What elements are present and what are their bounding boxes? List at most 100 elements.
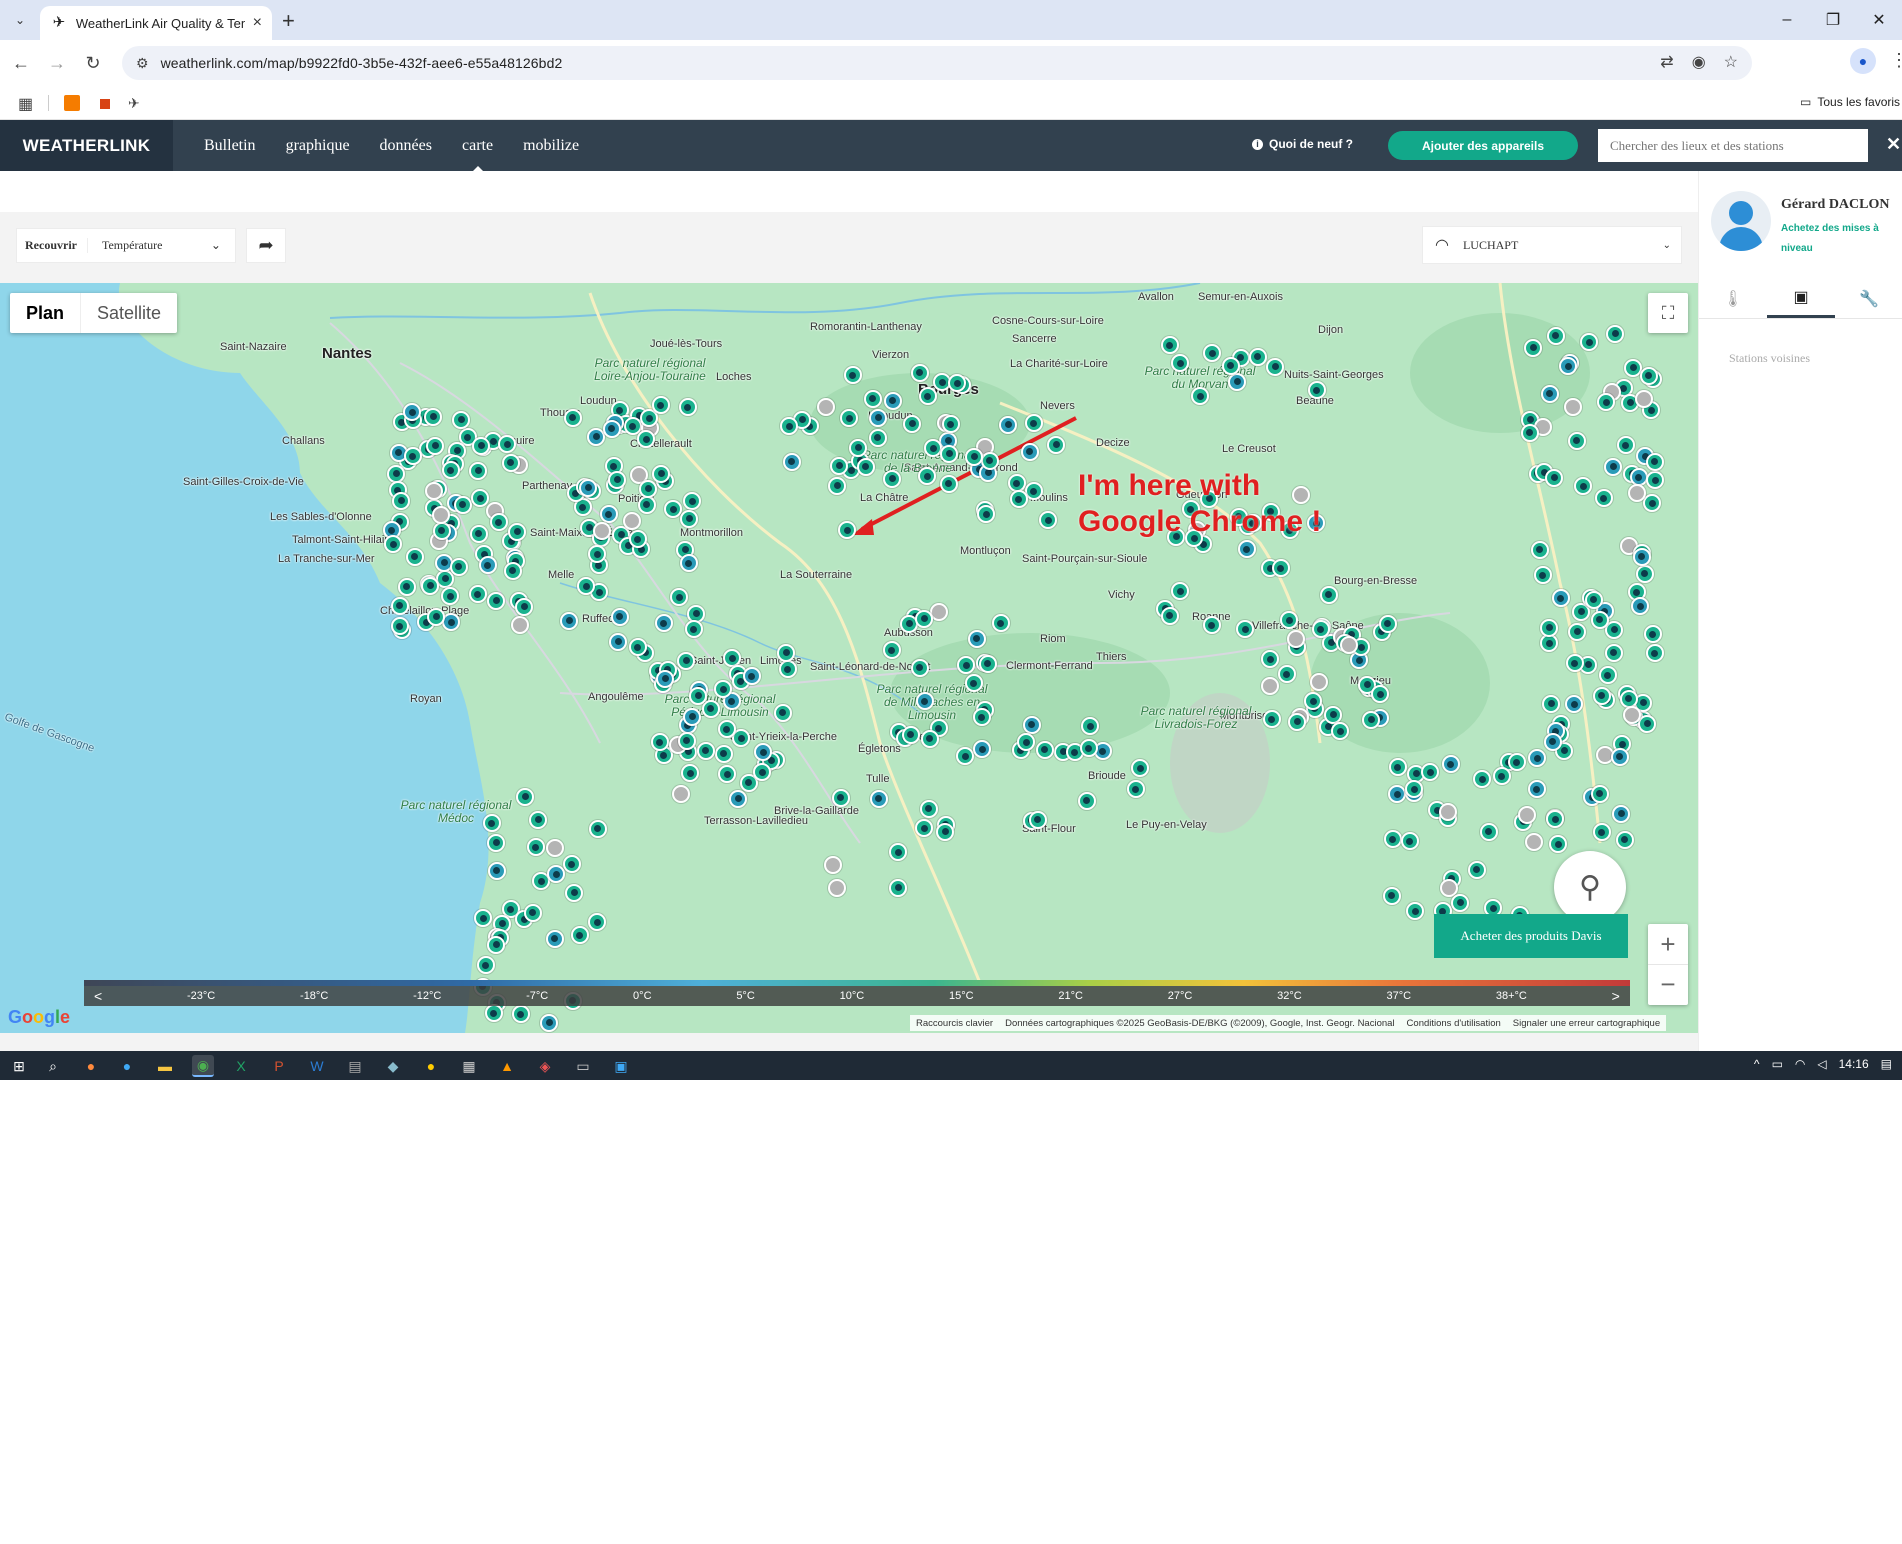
weather-station-marker[interactable] [1527,780,1546,799]
weather-station-marker[interactable] [1635,564,1654,583]
word-icon[interactable]: W [306,1055,328,1077]
weather-station-marker[interactable] [816,398,835,417]
weather-station-marker[interactable] [742,667,761,686]
weather-station-marker[interactable] [831,788,850,807]
weather-station-marker[interactable] [1160,336,1179,355]
calculator-icon[interactable]: ▤ [344,1055,366,1077]
weather-station-marker[interactable] [782,452,801,471]
weather-station-marker[interactable] [1632,547,1651,566]
zoom-in-icon[interactable]: + [1648,924,1688,964]
weather-station-marker[interactable] [1634,390,1653,409]
bookmark-red-icon[interactable] [100,99,110,109]
bookmark-weatherlink-icon[interactable]: ✈ [128,95,144,111]
weather-station-marker[interactable] [608,470,627,489]
weather-station-marker[interactable] [610,607,629,626]
volume-icon[interactable]: ◁ [1817,1057,1826,1071]
weather-station-marker[interactable] [1388,785,1407,804]
weather-station-marker[interactable] [1546,326,1565,345]
weather-station-marker[interactable] [1266,357,1285,376]
windows-start-icon[interactable]: ⊞ [8,1055,30,1077]
user-name[interactable]: Gérard DACLON [1781,197,1890,213]
weather-station-marker[interactable] [863,389,882,408]
keyboard-shortcuts-link[interactable]: Raccourcis clavier [916,1018,993,1029]
weather-station-marker[interactable] [903,414,922,433]
firefox-icon[interactable]: ● [80,1055,102,1077]
weather-station-marker[interactable] [883,391,902,410]
tray-chevron-icon[interactable]: ^ [1754,1057,1760,1071]
weather-station-marker[interactable] [503,561,522,580]
weather-station-marker[interactable] [1543,732,1562,751]
weather-station-marker[interactable] [964,674,983,693]
my-station-marker[interactable] [838,521,856,539]
weather-station-marker[interactable] [1035,740,1054,759]
chrome-menu-icon[interactable]: ⋮ [1890,50,1902,71]
weather-station-marker[interactable] [1628,483,1647,502]
weather-station-marker[interactable] [1479,822,1498,841]
weather-station-marker[interactable] [1604,643,1623,662]
weather-station-marker[interactable] [918,387,937,406]
weather-station-marker[interactable] [1530,540,1549,559]
weather-station-marker[interactable] [1467,860,1486,879]
upgrade-link[interactable]: Achetez des mises à niveau [1781,219,1896,259]
weather-station-marker[interactable] [540,1013,559,1032]
map[interactable]: Nantes Saint-Nazaire Challans Saint-Gilles-… [0,283,1698,1033]
weather-station-marker[interactable] [1507,753,1526,772]
weather-station-marker[interactable] [441,461,460,480]
weather-station-marker[interactable] [405,547,424,566]
user-avatar[interactable] [1711,191,1771,251]
excel-icon[interactable]: X [230,1055,252,1077]
site-info-icon[interactable]: ⚙ [136,55,149,72]
weather-station-marker[interactable] [487,861,506,880]
davis-station-icon[interactable]: ⚲ [1554,851,1626,923]
weather-station-marker[interactable] [1520,423,1539,442]
weather-station-marker[interactable] [1619,689,1638,708]
weather-station-marker[interactable] [780,417,798,436]
app-icon[interactable]: ● [420,1055,442,1077]
weather-station-marker[interactable] [714,744,733,763]
weather-station-marker[interactable] [823,855,842,874]
weather-station-marker[interactable] [915,692,934,711]
powerpoint-icon[interactable]: P [268,1055,290,1077]
weather-station-marker[interactable] [570,926,589,945]
weather-station-marker[interactable] [1310,672,1329,691]
weather-station-marker[interactable] [967,629,986,648]
weather-station-marker[interactable] [1612,804,1631,823]
weather-station-marker[interactable] [425,481,444,500]
new-tab-icon[interactable]: + [282,8,295,34]
weather-station-marker[interactable] [427,607,446,626]
weather-station-marker[interactable] [545,929,564,948]
weather-station-marker[interactable] [868,428,887,447]
weather-station-marker[interactable] [777,643,796,662]
weather-station-marker[interactable] [1262,710,1281,729]
weather-station-marker[interactable] [431,505,450,524]
terms-link[interactable]: Conditions d'utilisation [1407,1018,1501,1029]
forward-icon[interactable]: → [44,50,70,76]
weather-station-marker[interactable] [689,686,708,705]
weather-station-marker[interactable] [869,408,888,427]
weather-station-marker[interactable] [424,407,443,426]
weather-station-marker[interactable] [773,703,792,722]
weather-station-marker[interactable] [1590,610,1609,629]
weather-station-marker[interactable] [426,436,445,455]
weather-station-marker[interactable] [1639,366,1658,385]
weather-station-marker[interactable] [1260,676,1279,695]
weather-station-marker[interactable] [1551,589,1570,608]
weather-station-marker[interactable] [1524,832,1543,851]
weather-station-marker[interactable] [915,609,934,628]
bookmark-star-icon[interactable]: ☆ [1724,52,1738,72]
weather-station-marker[interactable] [920,729,939,748]
weather-station-marker[interactable] [1028,810,1047,829]
bookmark-orange-icon[interactable] [64,95,80,111]
map-type-plan[interactable]: Plan [10,293,82,333]
tab-wrench-icon[interactable]: 🔧 [1835,279,1902,318]
reload-icon[interactable]: ↻ [80,50,106,76]
weather-station-marker[interactable] [1236,620,1255,639]
weather-station-marker[interactable] [830,456,849,475]
weather-station-marker[interactable] [869,789,888,808]
weather-station-marker[interactable] [941,415,960,434]
weather-station-marker[interactable] [1248,347,1267,366]
app-icon[interactable]: ◈ [534,1055,556,1077]
weather-station-marker[interactable] [403,447,422,466]
tracking-eye-icon[interactable]: ◉ [1692,52,1706,72]
weather-station-marker[interactable] [1077,791,1096,810]
